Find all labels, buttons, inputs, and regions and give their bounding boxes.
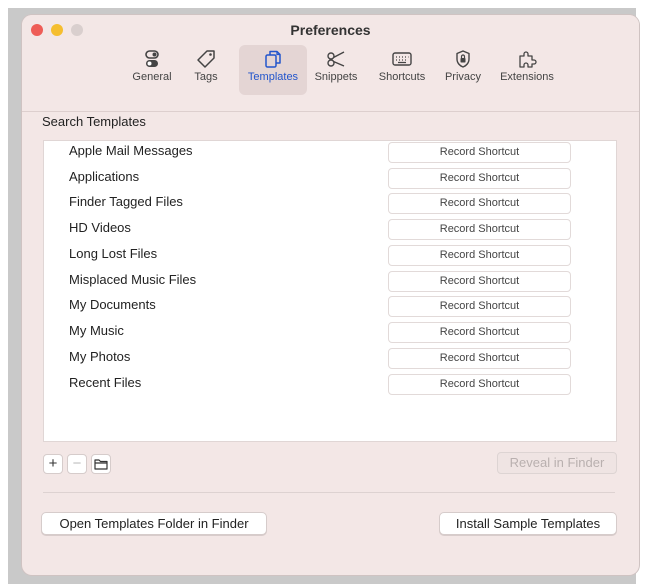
tab-snippets-label: Snippets xyxy=(314,71,358,83)
open-templates-folder-button[interactable]: Open Templates Folder in Finder xyxy=(41,512,267,535)
list-item[interactable]: My Music Record Shortcut xyxy=(44,321,616,347)
add-template-button[interactable]: + xyxy=(43,454,63,474)
template-name: My Photos xyxy=(69,349,131,364)
record-shortcut-button[interactable]: Record Shortcut xyxy=(388,245,571,266)
tab-tags[interactable]: Tags xyxy=(187,45,225,95)
templates-icon xyxy=(265,50,281,68)
template-name: My Music xyxy=(69,323,124,338)
keyboard-icon xyxy=(392,52,412,66)
tab-shortcuts-label: Shortcuts xyxy=(378,71,426,83)
tab-privacy-label: Privacy xyxy=(444,71,482,83)
tab-general-label: General xyxy=(132,71,172,83)
list-item[interactable]: Long Lost Files Record Shortcut xyxy=(44,244,616,270)
puzzle-icon xyxy=(519,51,537,68)
folder-icon xyxy=(94,459,108,470)
list-item[interactable]: Finder Tagged Files Record Shortcut xyxy=(44,192,616,218)
template-name: HD Videos xyxy=(69,220,131,235)
tab-general[interactable]: General xyxy=(128,45,176,95)
folder-button[interactable] xyxy=(91,454,111,474)
template-name: My Documents xyxy=(69,297,156,312)
template-name: Misplaced Music Files xyxy=(69,272,197,287)
record-shortcut-button[interactable]: Record Shortcut xyxy=(388,374,571,395)
remove-template-button[interactable]: − xyxy=(67,454,87,474)
tab-templates-label: Templates xyxy=(247,71,299,83)
record-shortcut-button[interactable]: Record Shortcut xyxy=(388,168,571,189)
list-item[interactable]: Applications Record Shortcut xyxy=(44,167,616,193)
record-shortcut-button[interactable]: Record Shortcut xyxy=(388,193,571,214)
tab-extensions-label: Extensions xyxy=(500,71,554,83)
template-name: Apple Mail Messages xyxy=(69,143,193,158)
template-name: Long Lost Files xyxy=(69,246,158,261)
list-item[interactable]: My Photos Record Shortcut xyxy=(44,347,616,373)
list-item[interactable]: HD Videos Record Shortcut xyxy=(44,218,616,244)
divider xyxy=(43,492,615,493)
record-shortcut-button[interactable]: Record Shortcut xyxy=(388,348,571,369)
window-title: Preferences xyxy=(290,22,371,38)
list-item[interactable]: Apple Mail Messages Record Shortcut xyxy=(44,141,616,167)
tab-privacy[interactable]: Privacy xyxy=(440,45,486,95)
snippets-icon xyxy=(327,51,345,67)
privacy-lock-icon xyxy=(456,50,470,68)
template-name: Applications xyxy=(69,169,140,184)
record-shortcut-button[interactable]: Record Shortcut xyxy=(388,142,571,163)
record-shortcut-button[interactable]: Record Shortcut xyxy=(388,271,571,292)
tab-snippets[interactable]: Snippets xyxy=(309,45,363,95)
search-templates-heading: Search Templates xyxy=(42,114,146,129)
tab-shortcuts[interactable]: Shortcuts xyxy=(371,45,433,95)
titlebar: Preferences General Tags Templates Snipp… xyxy=(22,15,639,112)
record-shortcut-button[interactable]: Record Shortcut xyxy=(388,219,571,240)
templates-list[interactable]: Apple Mail Messages Record Shortcut Appl… xyxy=(43,140,617,442)
reveal-in-finder-button[interactable]: Reveal in Finder xyxy=(497,452,617,474)
list-item[interactable]: My Documents Record Shortcut xyxy=(44,295,616,321)
record-shortcut-button[interactable]: Record Shortcut xyxy=(388,322,571,343)
list-item[interactable]: Recent Files Record Shortcut xyxy=(44,373,616,399)
record-shortcut-button[interactable]: Record Shortcut xyxy=(388,296,571,317)
tab-tags-label: Tags xyxy=(194,71,218,83)
list-item[interactable]: Misplaced Music Files Record Shortcut xyxy=(44,270,616,296)
template-name: Finder Tagged Files xyxy=(69,194,183,209)
tab-templates[interactable]: Templates xyxy=(239,45,307,95)
install-sample-templates-button[interactable]: Install Sample Templates xyxy=(439,512,617,535)
preferences-window: Preferences General Tags Templates Snipp… xyxy=(22,15,639,575)
tag-icon xyxy=(197,50,215,68)
tab-extensions[interactable]: Extensions xyxy=(494,45,560,95)
template-name: Recent Files xyxy=(69,375,142,390)
toggles-icon xyxy=(145,50,159,67)
